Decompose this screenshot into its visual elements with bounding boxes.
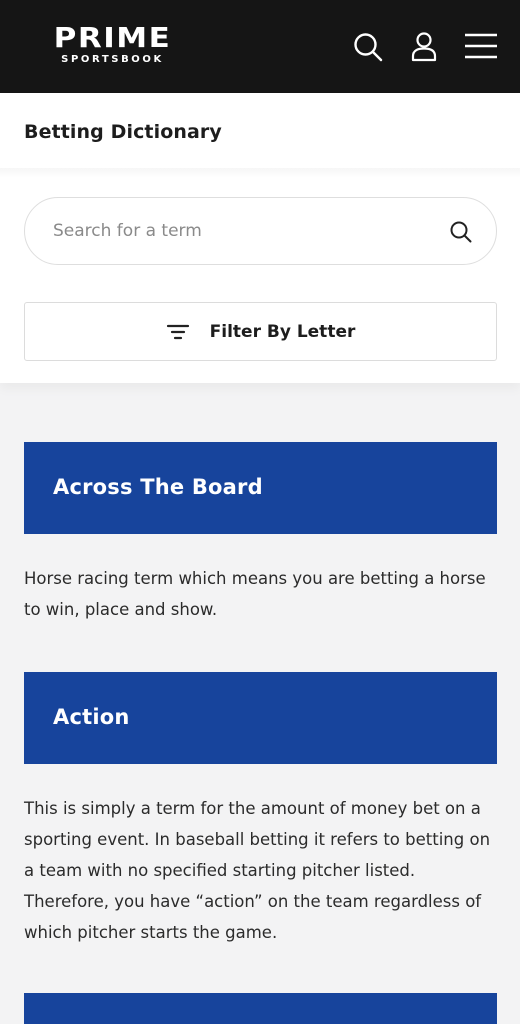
search-submit-icon[interactable]	[448, 219, 474, 245]
term-definition: This is simply a term for the amount of …	[24, 799, 491, 942]
term-title: Action	[53, 705, 130, 729]
term-heading: Across The Board	[24, 442, 497, 534]
menu-icon[interactable]	[463, 30, 497, 64]
term-title: Across The Board	[53, 475, 263, 499]
term-definition: Horse racing term which means you are be…	[24, 569, 486, 619]
filter-icon	[166, 324, 189, 339]
search-input[interactable]	[53, 216, 433, 246]
prime-sportsbook-logo[interactable]: PRIME SPORTSBOOK	[30, 22, 195, 68]
search-icon[interactable]	[351, 30, 385, 64]
filter-by-letter-label: Filter By Letter	[209, 321, 356, 342]
top-bar: PRIME SPORTSBOOK	[0, 0, 520, 93]
logo-subtitle: SPORTSBOOK	[61, 54, 164, 65]
logo-wordmark: PRIME	[53, 21, 172, 55]
search-box	[24, 197, 497, 265]
user-icon[interactable]	[407, 30, 441, 64]
term-heading: Action	[24, 672, 497, 764]
title-divider	[0, 168, 520, 178]
filter-by-letter-button[interactable]: Filter By Letter	[24, 302, 497, 361]
term-heading	[24, 993, 497, 1024]
page-title: Betting Dictionary	[24, 121, 222, 143]
